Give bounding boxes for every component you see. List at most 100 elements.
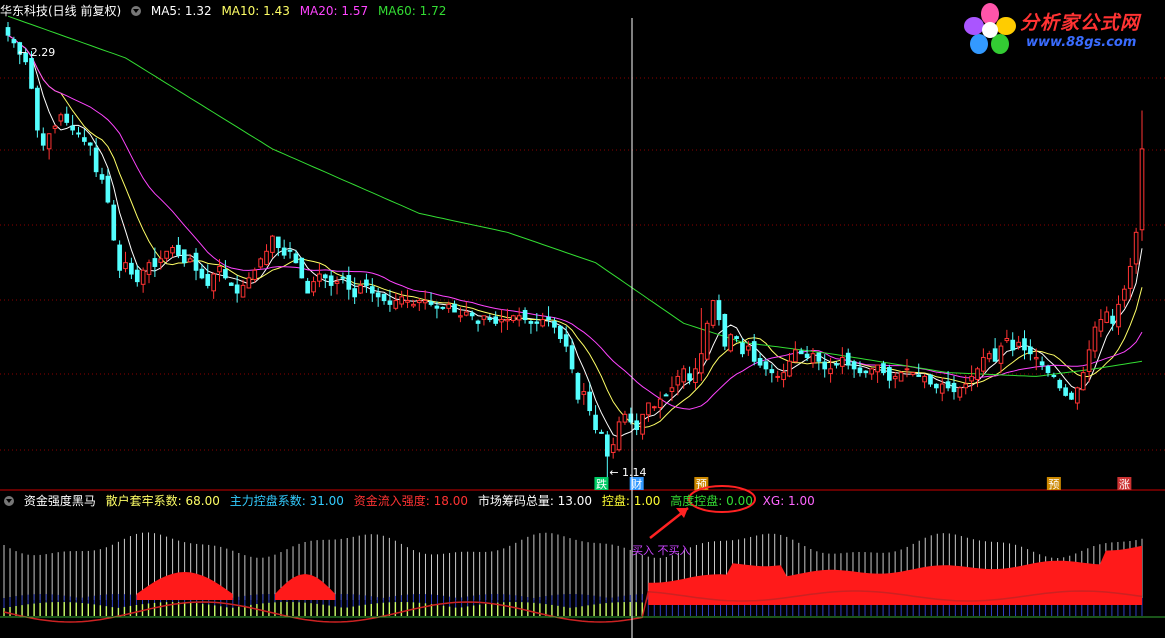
candle-body (1092, 326, 1098, 352)
candle-body (657, 398, 663, 409)
param-kongpan: 控盘: 1.00 (601, 494, 661, 508)
candle-body (82, 137, 87, 142)
candle-body (610, 444, 616, 453)
candle-body (1039, 361, 1045, 366)
candle-body (981, 356, 986, 372)
candle-body (99, 174, 105, 180)
logo-url: www.88gs.com (1026, 35, 1137, 50)
candle-body (111, 204, 117, 241)
candle-body (922, 375, 927, 383)
candle-body (834, 363, 839, 366)
candle-body (734, 336, 739, 340)
candle-body (892, 375, 898, 380)
candle-body (493, 316, 499, 324)
event-markers: 跌财预预涨 (594, 477, 1132, 491)
candle-body (211, 273, 216, 292)
candle-body (640, 413, 645, 435)
candle-body (704, 322, 710, 360)
candle-body (1063, 387, 1068, 396)
candle-body (134, 269, 140, 283)
candle-body (939, 383, 945, 394)
candle-body (258, 258, 263, 268)
candle-body (487, 317, 493, 321)
candle-body (798, 350, 804, 355)
candle-body (287, 249, 293, 252)
candle-body (264, 250, 269, 266)
candle-body (346, 275, 352, 290)
ma20-value: MA20: 1.57 (299, 4, 369, 18)
candle-body (281, 247, 287, 256)
candle-body (228, 282, 234, 286)
candle-body (1086, 349, 1092, 372)
param-chouma: 市场筹码总量: 13.00 (477, 494, 593, 508)
indicator-dropdown-icon[interactable] (4, 496, 14, 506)
candle-body (411, 303, 416, 307)
candle-body (581, 391, 587, 395)
candle-body (951, 382, 957, 393)
candle-body (422, 300, 428, 304)
param-zijin: 资金流入强度: 18.00 (353, 494, 468, 508)
candle-body (146, 262, 152, 275)
candle-body (575, 373, 581, 400)
candle-body (117, 244, 122, 271)
candle-body (311, 281, 316, 293)
candle-body (1075, 387, 1080, 404)
candle-body (217, 265, 222, 273)
candle-body (246, 277, 252, 289)
candle-body (510, 315, 516, 322)
candle-body (40, 133, 46, 146)
candle-body (1104, 311, 1110, 323)
candle-body (957, 387, 963, 398)
candle-body (1057, 379, 1063, 389)
candle-body (1051, 374, 1057, 377)
candle-body (252, 269, 258, 280)
candle-body (369, 286, 375, 294)
candle-body (1022, 338, 1027, 351)
candle-body (440, 306, 446, 309)
candle-body (528, 321, 534, 324)
candle-body (70, 125, 75, 131)
candle-body (804, 353, 810, 358)
chart-canvas[interactable]: ← 2.29← 1.14 跌财预预涨 买入 不买入 (0, 0, 1165, 638)
candle-body (757, 358, 763, 366)
price-grid (0, 77, 1165, 491)
candle-body (152, 258, 158, 267)
candle-body (1127, 265, 1133, 289)
candle-body (1004, 338, 1010, 342)
dropdown-icon[interactable] (131, 6, 142, 16)
candle-body (140, 269, 146, 285)
candle-body (340, 276, 346, 279)
candle-body (998, 345, 1004, 364)
price-labels: ← 2.29← 1.14 (18, 46, 647, 479)
candle-body (1098, 319, 1104, 332)
candle-body (875, 364, 880, 373)
candle-body (840, 356, 845, 367)
candle-body (364, 279, 369, 286)
candle-body (129, 262, 134, 275)
candle-body (616, 421, 622, 451)
candle-body (810, 353, 816, 364)
inflow-area (274, 574, 336, 600)
ma10-value: MA10: 1.43 (221, 4, 290, 18)
candle-body (399, 296, 404, 305)
candle-body (793, 349, 798, 363)
candle-body (1028, 346, 1033, 355)
candle-body (29, 58, 34, 89)
candle-body (534, 321, 540, 324)
indicator-header: 资金强度黑马 散户套牢系数: 68.00 主力控盘系数: 31.00 资金流入强… (4, 492, 821, 510)
candle-body (851, 361, 857, 370)
candle-body (1016, 341, 1021, 347)
candle-body (881, 363, 886, 374)
candle-body (945, 381, 951, 389)
candle-body (352, 288, 357, 298)
candle-body (775, 375, 781, 378)
candle-body (193, 252, 199, 271)
candle-body (546, 316, 551, 321)
candle-body (604, 434, 610, 457)
candle-body (986, 353, 992, 360)
candle-body (663, 394, 669, 397)
candle-body (452, 303, 457, 313)
candle-body (416, 300, 422, 304)
candle-body (869, 368, 875, 375)
candle-body (381, 293, 387, 302)
